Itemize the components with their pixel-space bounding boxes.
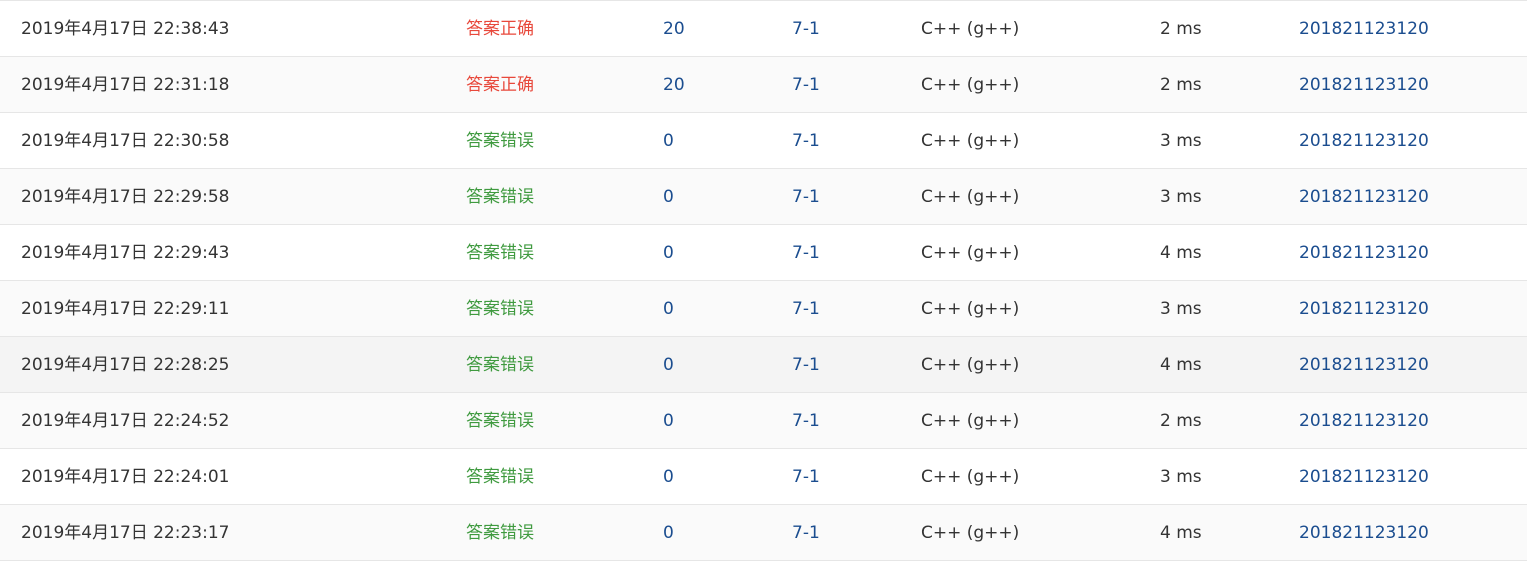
problem-link[interactable]: 7-1 — [792, 113, 820, 169]
time-used: 2 ms — [1160, 75, 1202, 95]
user-link[interactable]: 201821123120 — [1299, 113, 1429, 169]
submit-time: 2019年4月17日 22:24:01 — [21, 467, 230, 487]
table-row: 2019年4月17日 22:29:58 答案错误 0 7-1 C++ (g++)… — [0, 169, 1527, 225]
time-used: 4 ms — [1160, 355, 1202, 375]
problem-link[interactable]: 7-1 — [792, 281, 820, 337]
status-link[interactable]: 答案错误 — [466, 337, 534, 393]
score-link[interactable]: 0 — [663, 169, 674, 225]
compiler: C++ (g++) — [921, 355, 1020, 375]
submit-time: 2019年4月17日 22:29:43 — [21, 243, 230, 263]
compiler: C++ (g++) — [921, 131, 1020, 151]
user-link[interactable]: 201821123120 — [1299, 169, 1429, 225]
submit-time: 2019年4月17日 22:31:18 — [21, 75, 230, 95]
compiler: C++ (g++) — [921, 75, 1020, 95]
problem-link[interactable]: 7-1 — [792, 1, 820, 57]
status-link[interactable]: 答案错误 — [466, 225, 534, 281]
status-link[interactable]: 答案错误 — [466, 169, 534, 225]
compiler: C++ (g++) — [921, 187, 1020, 207]
time-used: 4 ms — [1160, 243, 1202, 263]
submit-time: 2019年4月17日 22:29:58 — [21, 187, 230, 207]
problem-link[interactable]: 7-1 — [792, 225, 820, 281]
user-link[interactable]: 201821123120 — [1299, 393, 1429, 449]
user-link[interactable]: 201821123120 — [1299, 281, 1429, 337]
user-link[interactable]: 201821123120 — [1299, 449, 1429, 505]
user-link[interactable]: 201821123120 — [1299, 225, 1429, 281]
compiler: C++ (g++) — [921, 523, 1020, 543]
submission-table: 2019年4月17日 22:38:43 答案正确 20 7-1 C++ (g++… — [0, 0, 1527, 561]
time-used: 3 ms — [1160, 131, 1202, 151]
problem-link[interactable]: 7-1 — [792, 169, 820, 225]
score-link[interactable]: 0 — [663, 393, 674, 449]
status-link[interactable]: 答案错误 — [466, 505, 534, 561]
status-link[interactable]: 答案错误 — [466, 113, 534, 169]
problem-link[interactable]: 7-1 — [792, 393, 820, 449]
score-link[interactable]: 0 — [663, 505, 674, 561]
status-link[interactable]: 答案正确 — [466, 1, 534, 57]
table-row: 2019年4月17日 22:29:43 答案错误 0 7-1 C++ (g++)… — [0, 225, 1527, 281]
score-link[interactable]: 0 — [663, 225, 674, 281]
compiler: C++ (g++) — [921, 299, 1020, 319]
table-row: 2019年4月17日 22:30:58 答案错误 0 7-1 C++ (g++)… — [0, 113, 1527, 169]
compiler: C++ (g++) — [921, 19, 1020, 39]
user-link[interactable]: 201821123120 — [1299, 505, 1429, 561]
time-used: 2 ms — [1160, 411, 1202, 431]
submit-time: 2019年4月17日 22:38:43 — [21, 19, 230, 39]
table-row: 2019年4月17日 22:38:43 答案正确 20 7-1 C++ (g++… — [0, 1, 1527, 57]
score-link[interactable]: 0 — [663, 113, 674, 169]
score-link[interactable]: 0 — [663, 281, 674, 337]
score-link[interactable]: 0 — [663, 449, 674, 505]
problem-link[interactable]: 7-1 — [792, 57, 820, 113]
compiler: C++ (g++) — [921, 467, 1020, 487]
submit-time: 2019年4月17日 22:23:17 — [21, 523, 230, 543]
time-used: 3 ms — [1160, 187, 1202, 207]
status-link[interactable]: 答案错误 — [466, 281, 534, 337]
time-used: 4 ms — [1160, 523, 1202, 543]
score-link[interactable]: 20 — [663, 1, 685, 57]
compiler: C++ (g++) — [921, 411, 1020, 431]
table-row: 2019年4月17日 22:24:52 答案错误 0 7-1 C++ (g++)… — [0, 393, 1527, 449]
time-used: 3 ms — [1160, 467, 1202, 487]
problem-link[interactable]: 7-1 — [792, 337, 820, 393]
table-row: 2019年4月17日 22:31:18 答案正确 20 7-1 C++ (g++… — [0, 57, 1527, 113]
problem-link[interactable]: 7-1 — [792, 505, 820, 561]
user-link[interactable]: 201821123120 — [1299, 1, 1429, 57]
table-row: 2019年4月17日 22:29:11 答案错误 0 7-1 C++ (g++)… — [0, 281, 1527, 337]
submit-time: 2019年4月17日 22:29:11 — [21, 299, 230, 319]
compiler: C++ (g++) — [921, 243, 1020, 263]
problem-link[interactable]: 7-1 — [792, 449, 820, 505]
submit-time: 2019年4月17日 22:24:52 — [21, 411, 230, 431]
user-link[interactable]: 201821123120 — [1299, 337, 1429, 393]
submit-time: 2019年4月17日 22:28:25 — [21, 355, 230, 375]
user-link[interactable]: 201821123120 — [1299, 57, 1429, 113]
submit-time: 2019年4月17日 22:30:58 — [21, 131, 230, 151]
time-used: 2 ms — [1160, 19, 1202, 39]
score-link[interactable]: 20 — [663, 57, 685, 113]
status-link[interactable]: 答案错误 — [466, 449, 534, 505]
table-row: 2019年4月17日 22:23:17 答案错误 0 7-1 C++ (g++)… — [0, 505, 1527, 561]
status-link[interactable]: 答案正确 — [466, 57, 534, 113]
time-used: 3 ms — [1160, 299, 1202, 319]
score-link[interactable]: 0 — [663, 337, 674, 393]
table-row: 2019年4月17日 22:24:01 答案错误 0 7-1 C++ (g++)… — [0, 449, 1527, 505]
table-row: 2019年4月17日 22:28:25 答案错误 0 7-1 C++ (g++)… — [0, 337, 1527, 393]
status-link[interactable]: 答案错误 — [466, 393, 534, 449]
